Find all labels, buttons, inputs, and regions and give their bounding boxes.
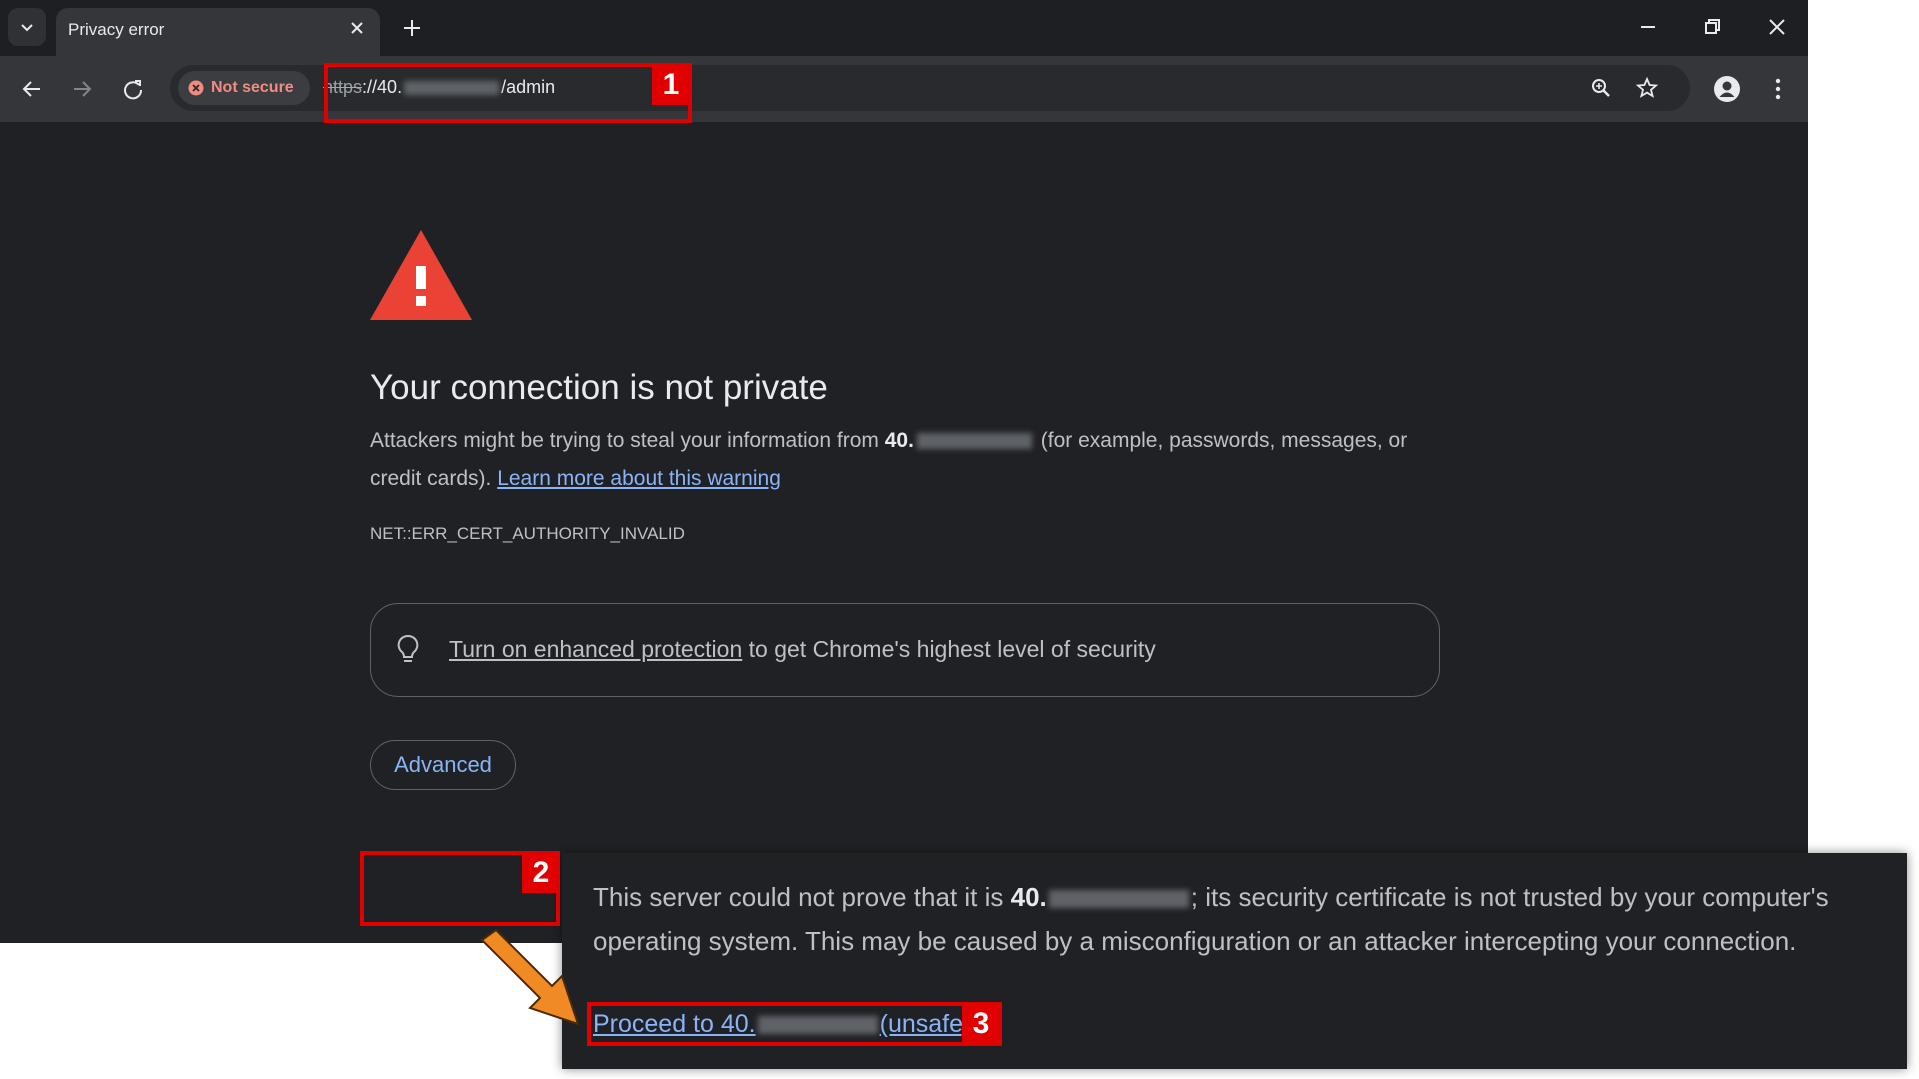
- tab-title: Privacy error: [68, 20, 165, 39]
- toolbar: Not secure https://40./admin: [0, 56, 1808, 122]
- interstitial-page: Your connection is not private Attackers…: [0, 122, 1808, 943]
- kebab-menu-icon[interactable]: [1762, 73, 1794, 105]
- profile-icon[interactable]: [1711, 73, 1743, 105]
- close-window-icon[interactable]: [1762, 12, 1792, 42]
- tab-strip: Privacy error: [0, 0, 1808, 56]
- warning-triangle-icon: [370, 230, 472, 320]
- step-badge-1: 1: [652, 65, 690, 105]
- restore-icon[interactable]: [1697, 12, 1727, 42]
- host-bold: 40.: [884, 429, 914, 452]
- advanced-details-text: This server could not prove that it is 4…: [593, 875, 1888, 963]
- enhanced-protection-link[interactable]: Turn on enhanced protection: [449, 636, 742, 662]
- lightbulb-icon: [397, 634, 419, 662]
- learn-more-link[interactable]: Learn more about this warning: [497, 467, 781, 490]
- callout-proceed: [587, 1002, 1002, 1046]
- browser-window: Privacy error Not secure https://40./adm…: [0, 0, 1808, 943]
- redacted-ip: [1048, 890, 1189, 909]
- error-code: NET::ERR_CERT_AUTHORITY_INVALID: [370, 524, 685, 543]
- minimize-icon[interactable]: [1633, 12, 1663, 42]
- enhanced-protection-rest: to get Chrome's highest level of securit…: [742, 636, 1156, 662]
- step-badge-3: 3: [962, 1004, 1000, 1044]
- not-secure-label: Not secure: [211, 79, 294, 96]
- tab-privacy-error[interactable]: Privacy error: [56, 8, 380, 56]
- forward-arrow-icon[interactable]: [66, 73, 98, 105]
- zoom-icon[interactable]: [1589, 76, 1613, 100]
- callout-url: [324, 63, 692, 123]
- enhanced-protection-box: Turn on enhanced protection to get Chrom…: [370, 603, 1440, 697]
- security-chip[interactable]: Not secure: [178, 71, 310, 105]
- chevron-down-icon: [21, 24, 33, 32]
- plus-icon[interactable]: [398, 14, 426, 42]
- star-icon[interactable]: [1635, 76, 1659, 100]
- close-icon[interactable]: [346, 17, 368, 39]
- warning-description: Attackers might be trying to steal your …: [370, 422, 1430, 498]
- host-bold: 40.: [1010, 882, 1047, 912]
- description-text: Attackers might be trying to steal your …: [370, 429, 885, 452]
- page-title: Your connection is not private: [370, 368, 828, 407]
- redacted-ip: [916, 433, 1032, 450]
- advanced-button[interactable]: Advanced: [370, 740, 516, 790]
- back-arrow-icon[interactable]: [16, 73, 48, 105]
- reload-icon[interactable]: [117, 73, 149, 105]
- step-badge-2: 2: [522, 853, 560, 893]
- tab-search-button[interactable]: [8, 8, 46, 46]
- error-icon: [188, 80, 204, 96]
- details-text: This server could not prove that it is: [593, 882, 1011, 912]
- orange-arrow-icon: [480, 928, 580, 1026]
- enhanced-protection-text: Turn on enhanced protection to get Chrom…: [449, 636, 1156, 663]
